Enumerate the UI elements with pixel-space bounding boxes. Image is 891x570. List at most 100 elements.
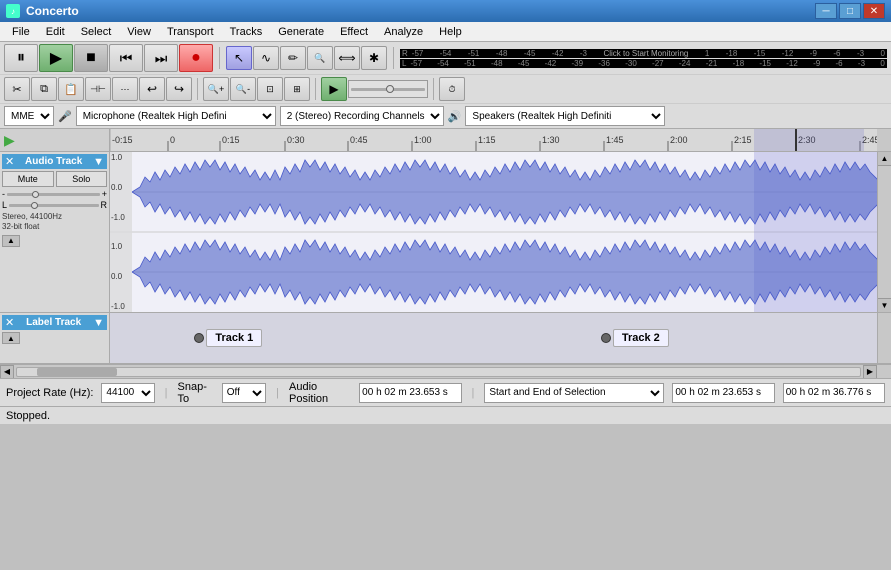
menu-analyze[interactable]: Analyze [376,24,431,40]
menu-tracks[interactable]: Tracks [222,24,271,40]
mute-button[interactable]: Mute [2,171,54,187]
label-track-arrow[interactable]: ▼ [93,317,104,329]
zoom-fit-button[interactable]: ⊡ [257,77,283,101]
close-button[interactable]: ✕ [863,3,885,19]
menu-help[interactable]: Help [431,24,470,40]
tool-buttons: ↖ ∿ ✏ 🔍 ⟺ ✱ [226,46,387,70]
menu-effect[interactable]: Effect [332,24,376,40]
menu-file[interactable]: File [4,24,38,40]
svg-text:0: 0 [170,135,175,145]
selection-type-select[interactable]: Start and End of Selection [484,383,664,403]
pause-button[interactable]: ⏸ [4,44,38,72]
hscroll-left-button[interactable]: ◀ [0,365,14,379]
interface-select[interactable]: MME [4,106,54,126]
multi-tool-button[interactable]: ✱ [361,46,387,70]
scale-mid2: 0.0 [110,271,132,282]
forward-button[interactable]: ⏭ [144,44,178,72]
scale-mid1: 0.0 [110,182,132,193]
svg-text:1:15: 1:15 [478,135,496,145]
scroll-up-button[interactable]: ▲ [878,152,891,166]
pan-knob[interactable] [31,202,38,209]
microphone-select[interactable]: Microphone (Realtek High Defini [76,106,276,126]
speaker-select[interactable]: Speakers (Realtek High Definiti [465,106,665,126]
timeline-ruler: -0:15 0 0:15 0:30 0:45 1:00 1:15 1:30 1:… [110,129,877,151]
main-area: ▶ -0:15 0 0:15 0:30 0:45 1:00 1:15 [0,129,891,378]
track2-text: Track 2 [613,329,669,347]
paste-button[interactable]: 📋 [58,77,84,101]
ruler-controls: ▶ [0,129,110,151]
divider2 [393,47,394,69]
ruler-svg: -0:15 0 0:15 0:30 0:45 1:00 1:15 1:30 1:… [110,129,877,151]
zoom-in-tool-button[interactable]: 🔍 [307,46,333,70]
label-track-expand-button[interactable]: ▲ [2,332,20,344]
audio-track-close[interactable]: ✕ [5,155,14,168]
time-shift-button[interactable]: ⟺ [334,46,360,70]
selection-end-input[interactable] [783,383,885,403]
zoom-select-button[interactable]: ⊞ [284,77,310,101]
audio-track-row: ✕ Audio Track ▼ Mute Solo - + L R [0,152,891,313]
minimize-button[interactable]: ─ [815,3,837,19]
speed-slider[interactable] [348,80,428,98]
track-expand-button[interactable]: ▲ [2,235,20,247]
redo-button[interactable]: ↪ [166,77,192,101]
menu-generate[interactable]: Generate [270,24,332,40]
channels-select[interactable]: 2 (Stereo) Recording Channels [280,106,444,126]
play-at-speed-button[interactable]: ▶ [321,77,347,101]
project-rate-select[interactable]: 44100 [101,383,154,403]
zoom-in-button[interactable]: 🔍+ [203,77,229,101]
draw-tool-button[interactable]: ✏ [280,46,306,70]
label-track-close[interactable]: ✕ [5,316,14,329]
transport-controls: ⏸ ▶ ■ ⏮ ⏭ ● [4,44,213,72]
hscroll-thumb[interactable] [37,368,117,376]
copy-button[interactable]: ⧉ [31,77,57,101]
envelope-tool-button[interactable]: ∿ [253,46,279,70]
pan-left-label: L [2,200,7,210]
hscroll-right-button[interactable]: ▶ [863,365,877,379]
click-monitor-label[interactable]: Click to Start Monitoring [603,49,688,58]
maximize-button[interactable]: □ [839,3,861,19]
cut-button[interactable]: ✂ [4,77,30,101]
record-button[interactable]: ● [179,44,213,72]
hscroll-track[interactable] [16,367,861,377]
rewind-button[interactable]: ⏮ [109,44,143,72]
undo-button[interactable]: ↩ [139,77,165,101]
divider-icon: | [165,387,168,399]
audio-track-controls: ✕ Audio Track ▼ Mute Solo - + L R [0,152,110,312]
selection-start-input[interactable] [672,383,774,403]
play-meter-label: L [400,59,408,68]
time-format-button[interactable]: ⏱ [439,77,465,101]
level-meters: R -57-54-51-48-45-42-3 Click to Start Mo… [400,49,887,68]
trim-button[interactable]: ⊣⊢ [85,77,111,101]
vscrollbar[interactable]: ▲ ▼ [877,152,891,312]
audio-track-waveform: 1.0 0.0 -1.0 1.0 0.0 -1.0 [110,152,877,312]
device-row: MME 🎤 Microphone (Realtek High Defini 2 … [0,104,891,129]
titlebar: ♪ Concerto ─ □ ✕ [0,0,891,22]
statusbar: Project Rate (Hz): 44100 | Snap-To Off |… [0,378,891,406]
play-meter-scale: -57-54-51-48-45-42-39-36-30-27-24-21-18-… [408,59,887,68]
select-tool-button[interactable]: ↖ [226,46,252,70]
menu-view[interactable]: View [119,24,159,40]
audio-track-arrow[interactable]: ▼ [93,156,104,168]
hscrollbar: ◀ ▶ [0,364,891,378]
snap-to-select[interactable]: Off [222,383,266,403]
svg-text:0:45: 0:45 [350,135,368,145]
menu-transport[interactable]: Transport [159,24,222,40]
solo-button[interactable]: Solo [56,171,108,187]
zoom-out-button[interactable]: 🔍- [230,77,256,101]
stop-button[interactable]: ■ [74,44,108,72]
silence-button[interactable]: ⋯ [112,77,138,101]
track1-marker [194,333,204,343]
window-controls: ─ □ ✕ [815,3,885,19]
label-track-content: Track 1 Track 2 [110,313,877,363]
mute-solo-buttons: Mute Solo [2,171,107,187]
project-rate-label: Project Rate (Hz): [6,387,93,399]
pan-slider[interactable] [9,204,98,207]
label-track-row: ✕ Label Track ▼ ▲ Track 1 Track 2 [0,313,891,364]
menu-select[interactable]: Select [73,24,120,40]
gain-knob[interactable] [32,191,39,198]
menu-edit[interactable]: Edit [38,24,73,40]
gain-slider[interactable] [7,193,100,196]
audio-position-input[interactable] [359,383,461,403]
scroll-down-button[interactable]: ▼ [878,298,891,312]
play-button[interactable]: ▶ [39,44,73,72]
